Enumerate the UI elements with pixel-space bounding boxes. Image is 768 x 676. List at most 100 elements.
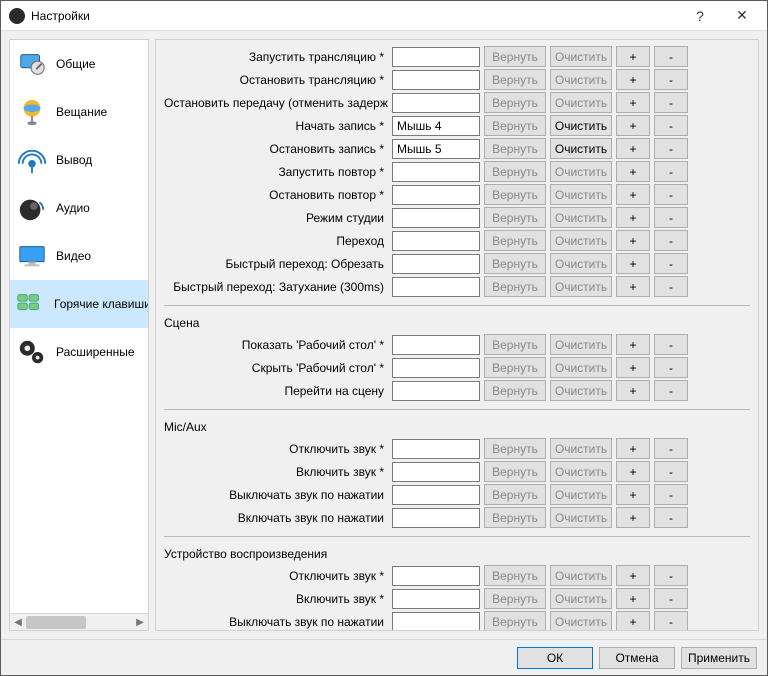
add-button[interactable]: + bbox=[616, 184, 650, 205]
clear-button[interactable]: Очистить bbox=[550, 484, 612, 505]
remove-button[interactable]: - bbox=[654, 69, 688, 90]
add-button[interactable]: + bbox=[616, 253, 650, 274]
clear-button[interactable]: Очистить bbox=[550, 276, 612, 297]
help-button[interactable]: ? bbox=[679, 2, 721, 30]
sidebar-item-2[interactable]: Вывод bbox=[10, 136, 148, 184]
hotkey-input[interactable] bbox=[392, 381, 480, 401]
clear-button[interactable]: Очистить bbox=[550, 507, 612, 528]
undo-button[interactable]: Вернуть bbox=[484, 507, 546, 528]
hotkey-input[interactable] bbox=[392, 277, 480, 297]
clear-button[interactable]: Очистить bbox=[550, 138, 612, 159]
sidebar-item-5[interactable]: Горячие клавиши bbox=[10, 280, 148, 328]
remove-button[interactable]: - bbox=[654, 484, 688, 505]
clear-button[interactable]: Очистить bbox=[550, 565, 612, 586]
hotkey-input[interactable] bbox=[392, 93, 480, 113]
add-button[interactable]: + bbox=[616, 69, 650, 90]
sidebar-scrollbar[interactable]: ◀ ▶ bbox=[10, 613, 148, 630]
undo-button[interactable]: Вернуть bbox=[484, 138, 546, 159]
add-button[interactable]: + bbox=[616, 438, 650, 459]
remove-button[interactable]: - bbox=[654, 276, 688, 297]
undo-button[interactable]: Вернуть bbox=[484, 565, 546, 586]
clear-button[interactable]: Очистить bbox=[550, 357, 612, 378]
add-button[interactable]: + bbox=[616, 357, 650, 378]
apply-button[interactable]: Применить bbox=[681, 647, 757, 669]
clear-button[interactable]: Очистить bbox=[550, 380, 612, 401]
undo-button[interactable]: Вернуть bbox=[484, 334, 546, 355]
add-button[interactable]: + bbox=[616, 611, 650, 631]
add-button[interactable]: + bbox=[616, 461, 650, 482]
hotkey-input[interactable] bbox=[392, 462, 480, 482]
undo-button[interactable]: Вернуть bbox=[484, 115, 546, 136]
hotkey-input[interactable] bbox=[392, 162, 480, 182]
undo-button[interactable]: Вернуть bbox=[484, 611, 546, 631]
hotkey-input[interactable] bbox=[392, 612, 480, 632]
remove-button[interactable]: - bbox=[654, 588, 688, 609]
add-button[interactable]: + bbox=[616, 276, 650, 297]
remove-button[interactable]: - bbox=[654, 138, 688, 159]
undo-button[interactable]: Вернуть bbox=[484, 484, 546, 505]
undo-button[interactable]: Вернуть bbox=[484, 69, 546, 90]
hotkey-input[interactable] bbox=[392, 139, 480, 159]
scroll-left-icon[interactable]: ◀ bbox=[10, 614, 26, 631]
remove-button[interactable]: - bbox=[654, 438, 688, 459]
undo-button[interactable]: Вернуть bbox=[484, 207, 546, 228]
undo-button[interactable]: Вернуть bbox=[484, 230, 546, 251]
hotkey-input[interactable] bbox=[392, 508, 480, 528]
clear-button[interactable]: Очистить bbox=[550, 461, 612, 482]
hotkey-input[interactable] bbox=[392, 566, 480, 586]
undo-button[interactable]: Вернуть bbox=[484, 184, 546, 205]
undo-button[interactable]: Вернуть bbox=[484, 161, 546, 182]
undo-button[interactable]: Вернуть bbox=[484, 438, 546, 459]
cancel-button[interactable]: Отмена bbox=[599, 647, 675, 669]
clear-button[interactable]: Очистить bbox=[550, 230, 612, 251]
undo-button[interactable]: Вернуть bbox=[484, 461, 546, 482]
hotkey-input[interactable] bbox=[392, 47, 480, 67]
hotkey-input[interactable] bbox=[392, 335, 480, 355]
clear-button[interactable]: Очистить bbox=[550, 207, 612, 228]
add-button[interactable]: + bbox=[616, 161, 650, 182]
hotkey-input[interactable] bbox=[392, 485, 480, 505]
remove-button[interactable]: - bbox=[654, 161, 688, 182]
hotkey-input[interactable] bbox=[392, 254, 480, 274]
clear-button[interactable]: Очистить bbox=[550, 46, 612, 67]
sidebar-item-4[interactable]: Видео bbox=[10, 232, 148, 280]
scroll-thumb[interactable] bbox=[26, 616, 86, 629]
undo-button[interactable]: Вернуть bbox=[484, 588, 546, 609]
add-button[interactable]: + bbox=[616, 46, 650, 67]
sidebar-item-3[interactable]: Аудио bbox=[10, 184, 148, 232]
clear-button[interactable]: Очистить bbox=[550, 92, 612, 113]
remove-button[interactable]: - bbox=[654, 46, 688, 67]
scroll-right-icon[interactable]: ▶ bbox=[132, 614, 148, 631]
add-button[interactable]: + bbox=[616, 588, 650, 609]
remove-button[interactable]: - bbox=[654, 611, 688, 631]
add-button[interactable]: + bbox=[616, 334, 650, 355]
clear-button[interactable]: Очистить bbox=[550, 184, 612, 205]
clear-button[interactable]: Очистить bbox=[550, 588, 612, 609]
clear-button[interactable]: Очистить bbox=[550, 69, 612, 90]
add-button[interactable]: + bbox=[616, 230, 650, 251]
hotkey-input[interactable] bbox=[392, 589, 480, 609]
clear-button[interactable]: Очистить bbox=[550, 334, 612, 355]
remove-button[interactable]: - bbox=[654, 207, 688, 228]
hotkey-input[interactable] bbox=[392, 70, 480, 90]
clear-button[interactable]: Очистить bbox=[550, 611, 612, 631]
remove-button[interactable]: - bbox=[654, 184, 688, 205]
remove-button[interactable]: - bbox=[654, 115, 688, 136]
hotkey-input[interactable] bbox=[392, 185, 480, 205]
ok-button[interactable]: ОК bbox=[517, 647, 593, 669]
hotkey-input[interactable] bbox=[392, 116, 480, 136]
add-button[interactable]: + bbox=[616, 207, 650, 228]
hotkey-input[interactable] bbox=[392, 358, 480, 378]
sidebar-item-1[interactable]: Вещание bbox=[10, 88, 148, 136]
remove-button[interactable]: - bbox=[654, 253, 688, 274]
undo-button[interactable]: Вернуть bbox=[484, 253, 546, 274]
add-button[interactable]: + bbox=[616, 507, 650, 528]
hotkey-input[interactable] bbox=[392, 439, 480, 459]
clear-button[interactable]: Очистить bbox=[550, 115, 612, 136]
sidebar-item-0[interactable]: Общие bbox=[10, 40, 148, 88]
hotkey-input[interactable] bbox=[392, 231, 480, 251]
remove-button[interactable]: - bbox=[654, 230, 688, 251]
undo-button[interactable]: Вернуть bbox=[484, 92, 546, 113]
remove-button[interactable]: - bbox=[654, 334, 688, 355]
undo-button[interactable]: Вернуть bbox=[484, 380, 546, 401]
